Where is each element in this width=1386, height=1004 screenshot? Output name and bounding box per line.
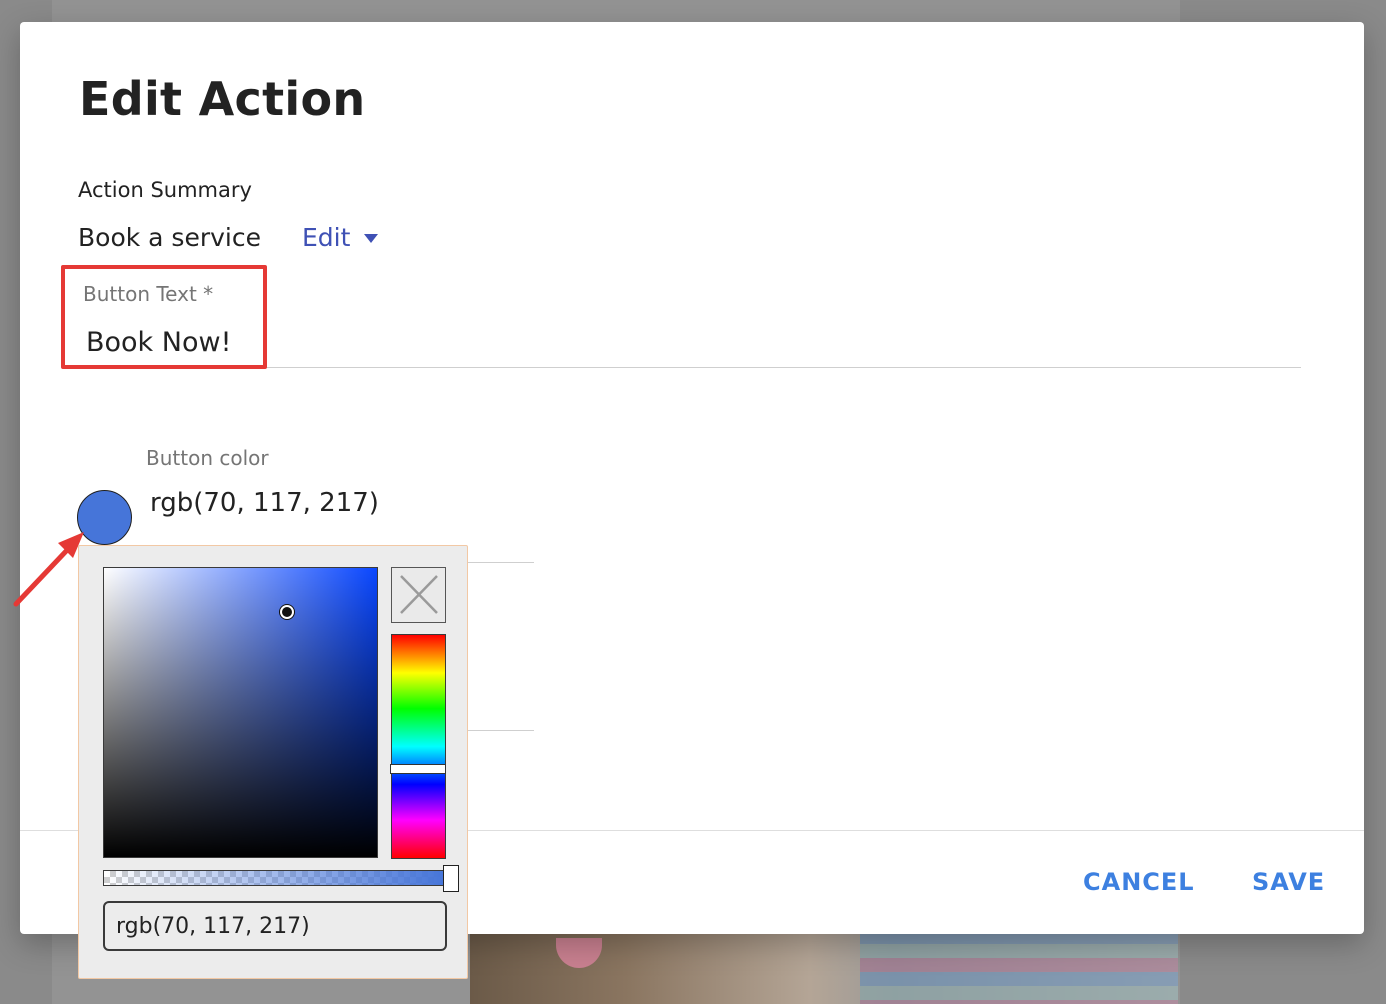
color-picker-popover [78,545,468,979]
edit-link-label: Edit [302,223,351,252]
hue-slider-handle[interactable] [390,764,446,774]
action-summary-value: Book a service [78,223,261,252]
color-value-input[interactable] [103,901,447,951]
save-button[interactable]: SAVE [1252,868,1325,896]
button-text-label: Button Text * [83,282,214,306]
hue-slider[interactable] [390,634,446,859]
button-color-value: rgb(70, 117, 217) [150,488,379,518]
field-underline [466,730,534,731]
saturation-value-area[interactable] [103,567,378,858]
dialog-title: Edit Action [79,72,366,126]
alpha-slider-handle[interactable] [443,865,459,892]
close-icon [399,575,438,614]
saturation-value-handle[interactable] [280,605,294,619]
cancel-button[interactable]: CANCEL [1083,868,1195,896]
button-text-input[interactable] [83,318,1301,368]
background-photo [470,930,1178,1004]
button-color-label: Button color [146,446,269,470]
edit-summary-dropdown[interactable]: Edit [302,223,379,252]
alpha-slider[interactable] [103,870,447,886]
clear-color-button[interactable] [391,567,446,623]
caret-down-icon [364,234,379,243]
button-color-swatch[interactable] [77,490,132,545]
field-underline [466,562,534,563]
action-summary-label: Action Summary [78,178,252,202]
